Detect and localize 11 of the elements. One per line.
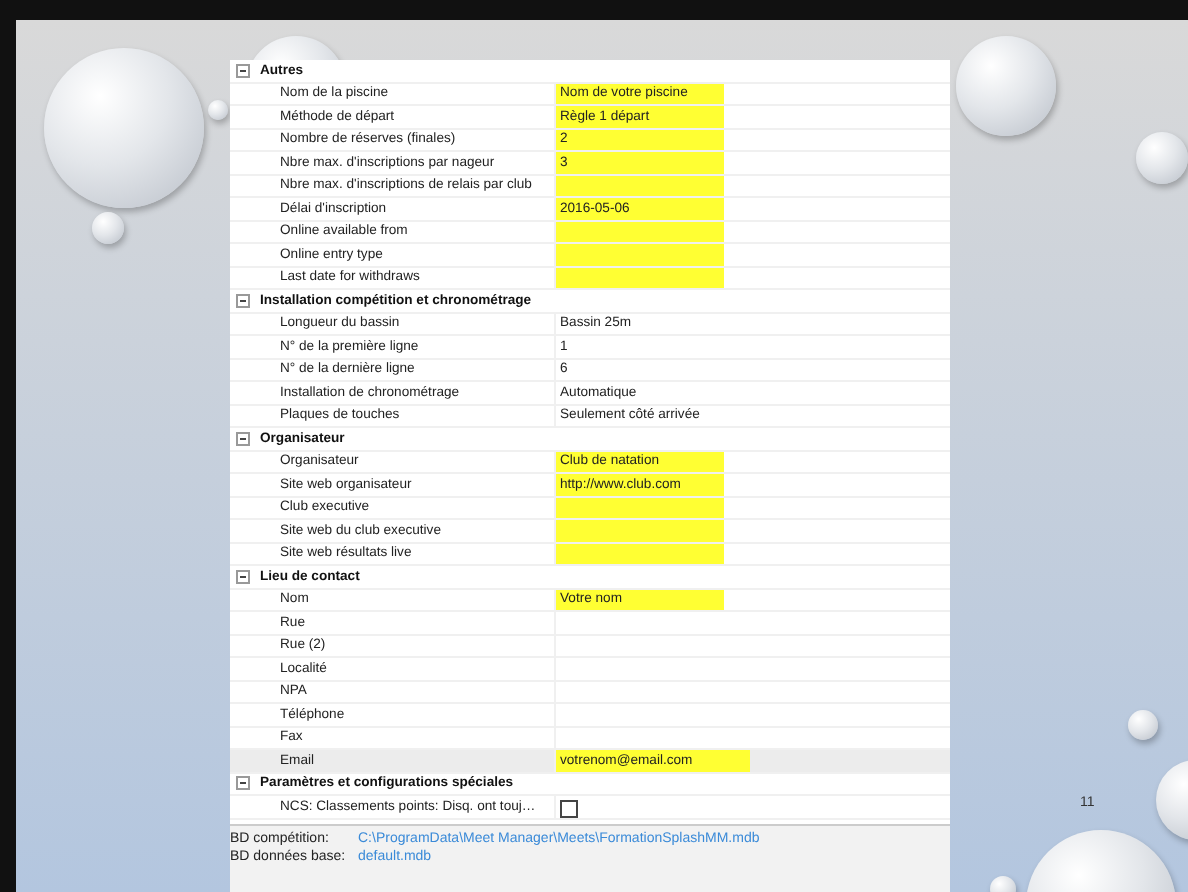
collapse-icon[interactable] bbox=[236, 293, 250, 308]
water-drop-drawing bbox=[208, 100, 228, 120]
water-drop-drawing bbox=[956, 36, 1056, 136]
collapse-icon[interactable] bbox=[236, 431, 250, 446]
water-drop-drawing bbox=[1128, 710, 1158, 740]
water-drop-drawing bbox=[92, 212, 124, 244]
collapse-icon[interactable] bbox=[236, 569, 250, 584]
collapse-icon[interactable] bbox=[236, 776, 250, 791]
collapse-icon[interactable] bbox=[236, 63, 250, 78]
checkbox[interactable] bbox=[560, 800, 578, 818]
water-drop-drawing bbox=[1136, 132, 1188, 184]
